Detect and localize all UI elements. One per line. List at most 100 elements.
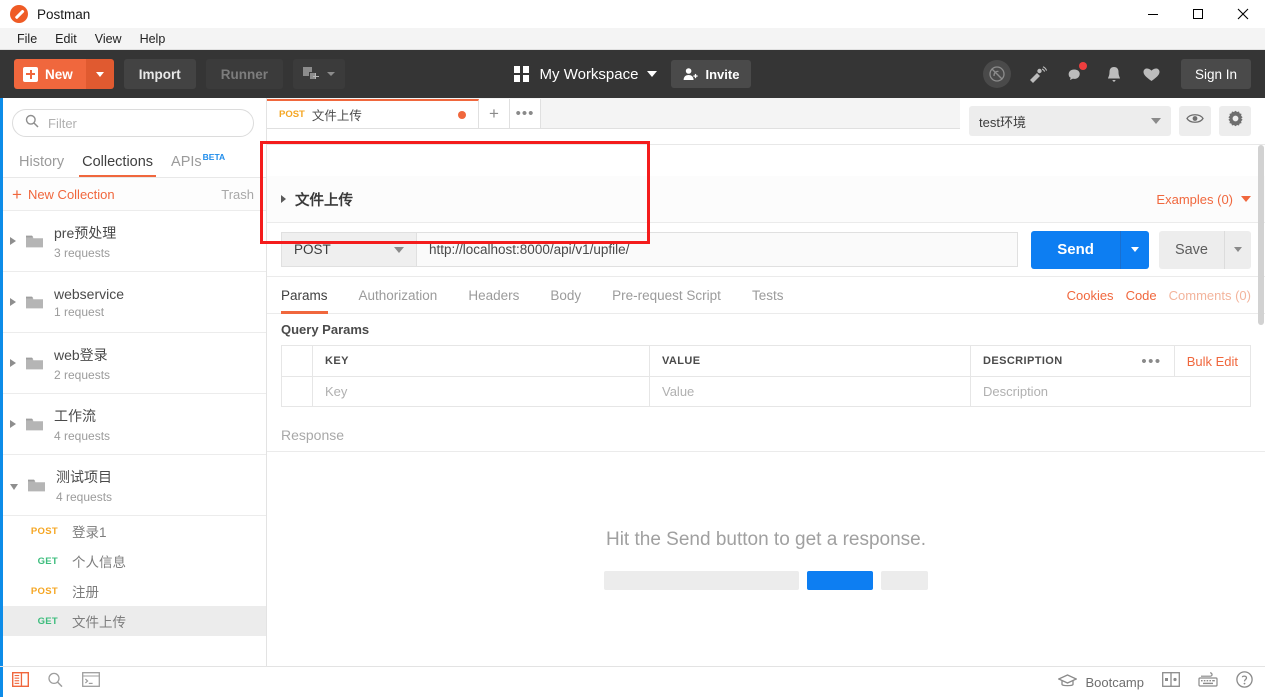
placeholder-bar-left <box>604 571 799 590</box>
collection-name: 工作流 <box>54 406 110 426</box>
status-bar-right: Bootcamp <box>1058 671 1253 693</box>
request-list-item[interactable]: POST 注册 <box>0 576 266 606</box>
save-options-button[interactable] <box>1224 231 1251 269</box>
table-header-row: KEY VALUE DESCRIPTION ••• Bulk Edit <box>281 345 1251 376</box>
search-icon[interactable] <box>47 672 64 693</box>
folder-icon <box>26 357 43 370</box>
new-button-group[interactable]: New <box>14 59 114 89</box>
send-options-button[interactable] <box>1120 231 1149 269</box>
gear-icon <box>1227 110 1244 132</box>
tab-body[interactable]: Body <box>550 277 581 314</box>
menu-item-file[interactable]: File <box>8 30 46 48</box>
chevron-right-icon[interactable] <box>10 359 16 367</box>
request-method: GET <box>18 556 58 567</box>
satellite-icon[interactable] <box>1027 63 1049 85</box>
tab-options-button[interactable]: ••• <box>510 99 541 128</box>
collection-request-count: 3 requests <box>54 246 116 260</box>
tab-pre-request-script[interactable]: Pre-request Script <box>612 277 721 314</box>
request-list-item[interactable]: GET 个人信息 <box>0 546 266 576</box>
send-button-group[interactable]: Send <box>1031 231 1149 269</box>
two-pane-layout-icon[interactable] <box>1162 672 1180 692</box>
value-input[interactable]: Value <box>650 377 971 406</box>
maximize-button[interactable] <box>1175 0 1220 28</box>
cookies-link[interactable]: Cookies <box>1067 288 1114 303</box>
comments-link[interactable]: Comments (0) <box>1169 288 1251 303</box>
environment-settings-button[interactable] <box>1219 106 1251 136</box>
row-checkbox-cell[interactable] <box>282 377 313 406</box>
sidebar-tab-apis[interactable]: APIsBETA <box>162 152 234 177</box>
code-link[interactable]: Code <box>1126 288 1157 303</box>
chevron-right-icon[interactable] <box>10 420 16 428</box>
save-button-group[interactable]: Save <box>1159 231 1251 269</box>
workspace-label[interactable]: My Workspace <box>540 66 639 83</box>
chevron-down-icon[interactable] <box>10 484 18 490</box>
sidebar-toggle-icon[interactable] <box>12 672 29 692</box>
request-method: GET <box>18 616 58 627</box>
keyboard-icon[interactable] <box>1198 672 1218 692</box>
window-title: Postman <box>37 7 90 22</box>
new-collection-button[interactable]: + New Collection <box>12 186 115 203</box>
chevron-right-icon[interactable] <box>10 237 16 245</box>
new-tab-button[interactable]: + <box>479 99 510 128</box>
bell-icon[interactable] <box>1103 63 1125 85</box>
send-button[interactable]: Send <box>1031 231 1120 269</box>
environment-quick-look-button[interactable] <box>1179 106 1211 136</box>
runner-button[interactable]: Runner <box>206 59 283 89</box>
request-list-item[interactable]: POST 登录1 <box>0 516 266 546</box>
search-input[interactable]: Filter <box>12 109 254 137</box>
new-button[interactable]: New <box>14 59 86 89</box>
sign-in-button[interactable]: Sign In <box>1181 59 1251 89</box>
environment-selector[interactable]: test环境 <box>969 106 1171 136</box>
trash-button[interactable]: Trash <box>221 187 254 202</box>
collection-row[interactable]: webservice 1 request <box>0 272 266 333</box>
sync-off-icon[interactable] <box>983 60 1011 88</box>
menu-item-edit[interactable]: Edit <box>46 30 86 48</box>
sidebar-tab-collections[interactable]: Collections <box>73 154 162 177</box>
sidebar-tab-history[interactable]: History <box>10 154 73 177</box>
sidebar: Filter History Collections APIsBETA + Ne… <box>0 98 267 666</box>
bulk-edit-button[interactable]: Bulk Edit <box>1175 354 1238 369</box>
help-icon[interactable] <box>1236 671 1253 693</box>
close-button[interactable] <box>1220 0 1265 28</box>
request-method: POST <box>18 526 58 537</box>
tab-params[interactable]: Params <box>281 277 328 314</box>
tab-tests[interactable]: Tests <box>752 277 784 314</box>
description-input[interactable]: Description <box>971 377 1250 406</box>
tab-headers[interactable]: Headers <box>468 277 519 314</box>
new-dropdown-button[interactable] <box>86 59 114 89</box>
collection-row[interactable]: 测试项目 4 requests <box>0 455 266 516</box>
collection-row[interactable]: pre预处理 3 requests <box>0 211 266 272</box>
eye-icon <box>1186 112 1204 130</box>
menu-item-help[interactable]: Help <box>131 30 175 48</box>
bootcamp-button[interactable]: Bootcamp <box>1058 674 1144 691</box>
key-input[interactable]: Key <box>313 377 650 406</box>
invite-button[interactable]: Invite <box>671 60 751 88</box>
chevron-right-icon[interactable] <box>10 298 16 306</box>
new-window-button[interactable] <box>293 59 345 89</box>
environment-selected-label: test环境 <box>979 112 1026 131</box>
menu-item-view[interactable]: View <box>86 30 131 48</box>
vertical-scrollbar[interactable] <box>1258 145 1264 666</box>
query-params-table: KEY VALUE DESCRIPTION ••• Bulk Edit Key … <box>281 345 1251 407</box>
tab-authorization[interactable]: Authorization <box>359 277 438 314</box>
url-input[interactable]: http://localhost:8000/api/v1/upfile/ <box>416 232 1018 267</box>
method-selector[interactable]: POST <box>281 232 416 267</box>
chevron-down-icon[interactable] <box>647 71 657 77</box>
chevron-right-icon[interactable] <box>281 195 286 203</box>
collection-row[interactable]: 工作流 4 requests <box>0 394 266 455</box>
chevron-down-icon <box>1234 247 1242 252</box>
import-button[interactable]: Import <box>124 59 196 89</box>
request-tab[interactable]: POST 文件上传 <box>267 99 479 128</box>
table-more-options-button[interactable]: ••• <box>1129 346 1174 376</box>
comment-icon[interactable] <box>1065 63 1087 85</box>
console-icon[interactable] <box>82 672 100 692</box>
minimize-button[interactable] <box>1130 0 1175 28</box>
collection-row[interactable]: web登录 2 requests <box>0 333 266 394</box>
save-button[interactable]: Save <box>1159 231 1224 269</box>
heart-icon[interactable] <box>1141 63 1163 85</box>
examples-dropdown[interactable]: Examples (0) <box>1156 192 1251 207</box>
placeholder-bar-send <box>807 571 873 590</box>
select-all-cell[interactable] <box>282 346 313 376</box>
collection-name: webservice <box>54 286 124 302</box>
request-list-item-selected[interactable]: GET 文件上传 <box>0 606 266 636</box>
